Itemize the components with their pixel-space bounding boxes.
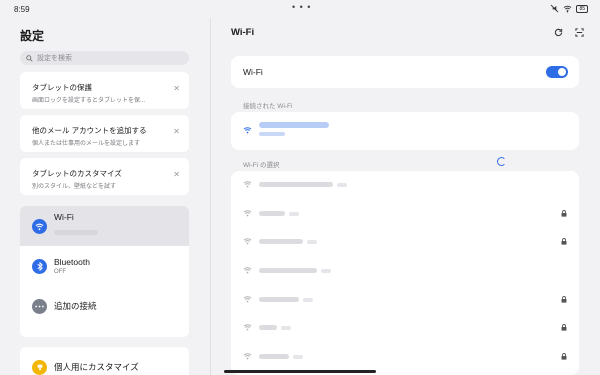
settings-sidebar: 設定 設定を検索 タブレットの保護 画面ロックを設定するとタブレットを保... … xyxy=(0,18,210,375)
redacted-network-name xyxy=(259,182,333,187)
mute-icon xyxy=(551,4,559,13)
sidebar-item-wifi[interactable]: Wi-Fi xyxy=(20,206,189,246)
redacted-network-detail xyxy=(293,355,303,360)
connections-group: Wi-Fi Bluetooth OFF 追加の接続 xyxy=(20,206,189,337)
status-bar: 8:59 • • • 85 xyxy=(0,0,600,18)
network-row[interactable] xyxy=(231,200,579,229)
refresh-icon[interactable] xyxy=(554,28,563,37)
customize-group: 個人用にカスタマイズ xyxy=(20,347,189,375)
close-icon[interactable]: ✕ xyxy=(173,84,180,93)
redacted-network-detail xyxy=(337,183,347,187)
select-section-label: Wi-Fi の選択 xyxy=(243,162,280,169)
redacted-network-detail xyxy=(281,326,291,331)
connected-section-label: 接続された Wi-Fi xyxy=(243,103,293,110)
wifi-panel: Wi-Fi Wi-Fi 接続された Wi-Fi Wi-Fi の選択 xyxy=(210,18,600,375)
wifi-signal-icon xyxy=(243,296,252,303)
wifi-signal-icon xyxy=(243,267,252,274)
sidebar-item-more-connections[interactable]: 追加の接続 xyxy=(20,286,189,326)
panel-title: Wi-Fi xyxy=(231,27,255,38)
redacted-network-detail xyxy=(307,240,317,245)
network-row[interactable] xyxy=(231,228,579,257)
network-row[interactable] xyxy=(231,286,579,315)
suggestion-subtitle: 個人または仕事用のメールを設定します xyxy=(32,141,141,147)
close-icon[interactable]: ✕ xyxy=(173,170,180,179)
search-placeholder: 設定を検索 xyxy=(37,55,72,62)
wifi-signal-icon xyxy=(243,127,252,134)
bluetooth-icon xyxy=(32,258,47,274)
redacted-network-name xyxy=(259,268,317,274)
redacted-network-name xyxy=(259,296,299,302)
gesture-handle[interactable] xyxy=(224,370,376,373)
lock-icon xyxy=(561,353,567,360)
network-list xyxy=(231,171,579,375)
sidebar-item-status: OFF xyxy=(54,269,66,275)
search-icon xyxy=(26,54,33,62)
wifi-signal-icon xyxy=(243,353,252,360)
suggestion-title: タブレットのカスタマイズ xyxy=(32,169,122,178)
wifi-status-icon xyxy=(564,5,572,13)
wifi-signal-icon xyxy=(243,238,252,245)
redacted-network-detail xyxy=(303,297,313,302)
redacted-network-name xyxy=(259,325,277,331)
sidebar-item-label: Wi-Fi xyxy=(54,212,74,222)
search-input[interactable]: 設定を検索 xyxy=(20,51,189,65)
wifi-icon xyxy=(32,218,47,234)
sidebar-item-label: 個人用にカスタマイズ xyxy=(54,362,139,372)
redacted-network-name xyxy=(259,122,329,128)
lock-icon xyxy=(561,324,567,332)
sidebar-item-label: 追加の接続 xyxy=(54,301,97,311)
redacted-network-name xyxy=(259,210,285,216)
wifi-master-switch-row[interactable]: Wi-Fi xyxy=(231,56,579,88)
wifi-signal-icon xyxy=(243,209,252,217)
scanning-spinner-icon xyxy=(497,157,506,166)
suggestion-title: 他のメール アカウントを追加する xyxy=(32,126,147,135)
page-title: 設定 xyxy=(20,29,45,43)
more-icon xyxy=(32,298,47,314)
network-row[interactable] xyxy=(231,171,579,200)
suggestion-subtitle: 別のスタイル、壁紙などを試す xyxy=(32,184,117,190)
redacted-network-detail xyxy=(321,269,331,274)
network-row[interactable] xyxy=(231,314,579,343)
lock-icon xyxy=(561,209,567,217)
multitask-dots[interactable]: • • • xyxy=(292,2,311,12)
scan-qr-icon[interactable] xyxy=(575,28,584,37)
lock-icon xyxy=(561,295,567,303)
network-row[interactable] xyxy=(231,257,579,286)
suggestion-title: タブレットの保護 xyxy=(32,83,92,92)
suggestion-subtitle: 画面ロックを設定するとタブレットを保... xyxy=(32,98,146,104)
sidebar-item-customize[interactable]: 個人用にカスタマイズ xyxy=(20,347,189,375)
suggestion-card-email[interactable]: 他のメール アカウントを追加する 個人または仕事用のメールを設定します ✕ xyxy=(20,115,189,152)
sidebar-item-label: Bluetooth xyxy=(54,257,90,267)
battery-icon: 85 xyxy=(576,4,588,13)
redacted-network-name xyxy=(259,354,289,360)
network-row[interactable] xyxy=(231,343,579,372)
wifi-toggle[interactable] xyxy=(546,66,568,78)
redacted-network-status xyxy=(259,132,285,136)
suggestion-card-protect[interactable]: タブレットの保護 画面ロックを設定するとタブレットを保... ✕ xyxy=(20,72,189,109)
lock-icon xyxy=(561,238,567,245)
palette-icon xyxy=(32,359,47,375)
wifi-signal-icon xyxy=(243,181,252,188)
suggestion-card-customize[interactable]: タブレットのカスタマイズ 別のスタイル、壁紙などを試す ✕ xyxy=(20,158,189,195)
wifi-signal-icon xyxy=(243,324,252,331)
wifi-master-label: Wi-Fi xyxy=(243,67,263,77)
redacted-network-detail xyxy=(289,211,299,216)
redacted-network-name xyxy=(54,230,98,235)
panel-actions xyxy=(554,28,584,37)
clock: 8:59 xyxy=(14,5,30,14)
sidebar-item-bluetooth[interactable]: Bluetooth OFF xyxy=(20,246,189,286)
close-icon[interactable]: ✕ xyxy=(173,127,180,136)
system-icons: 85 xyxy=(550,4,588,13)
connected-network-row[interactable] xyxy=(231,112,579,150)
redacted-network-name xyxy=(259,239,303,245)
